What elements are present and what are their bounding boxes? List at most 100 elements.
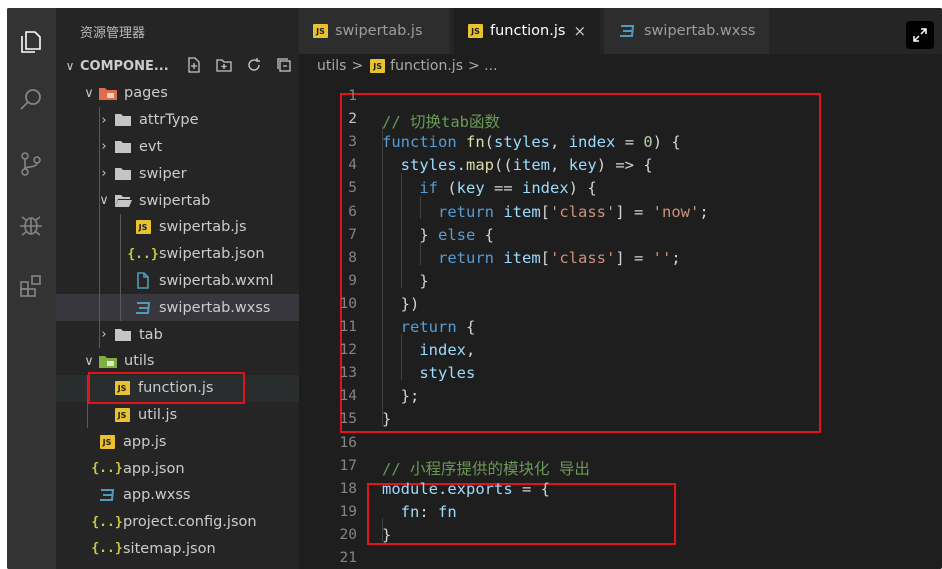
code-line[interactable]: } [382,272,428,290]
code-line[interactable]: } else { [382,226,494,244]
tree-item-app-json[interactable]: {..} app.json [56,455,299,482]
js-file-icon: JS [313,24,328,38]
collapse-all-icon[interactable] [275,56,293,74]
new-folder-icon[interactable] [215,56,233,74]
file-icon [132,272,154,290]
code-line[interactable]: fn: fn [382,503,457,521]
tree-item-label: app.wxss [123,487,191,504]
sidebar-title: 资源管理器 [80,26,146,41]
extensions-icon[interactable] [15,270,47,302]
code-line[interactable]: return item['class'] = ''; [382,249,681,267]
line-number: 18 [339,480,357,497]
highlight-box-function-js [88,372,245,404]
tree-item-label: app.js [123,433,167,450]
line-number: 12 [339,342,357,359]
indent-guide [99,187,100,214]
tree-item-swipertab-wxml[interactable]: swipertab.wxml [56,267,299,295]
tree-item-app-wxss[interactable]: app.wxss [56,482,299,509]
pages-folder-icon [97,84,119,102]
tree-item-swipertab-js[interactable]: JS swipertab.js [56,213,299,241]
breadcrumb-folder[interactable]: utils [317,58,346,74]
tree-item-tab[interactable]: › tab [56,321,299,348]
js-file-icon: JS [111,406,133,424]
tree-item-app-js[interactable]: JS app.js [56,428,299,455]
source-control-icon[interactable] [15,148,47,180]
debug-icon[interactable] [15,208,47,240]
line-number: 9 [348,272,357,289]
code-editor[interactable]: 1 2// 切换tab函数 3 function fn(styles, index =… [299,80,942,569]
close-icon[interactable]: × [573,22,586,40]
indent-guide [120,267,121,295]
code-line[interactable]: index, [382,341,475,359]
chevron-down-icon: ∨ [65,59,75,73]
tree-item-swiper[interactable]: › swiper [56,160,299,188]
line-number: 21 [339,550,357,566]
code-line[interactable]: styles.map((item, key) => { [382,156,653,174]
line-number: 10 [339,295,357,312]
line-number: 19 [339,503,357,520]
tree-item-label: app.json [123,460,185,477]
code-line[interactable]: }; [382,387,420,405]
line-number: 20 [339,526,357,543]
tab-function-js[interactable]: JS function.js × [454,8,600,54]
code-line[interactable]: } [382,410,391,428]
tree-item-swipertab[interactable]: ∨ swipertab [56,187,299,214]
tree-item-label: swipertab.js [159,219,247,236]
tree-item-label: util.js [138,406,178,423]
code-line[interactable]: return item['class'] = 'now'; [382,203,709,221]
tab-swipertab-js[interactable]: JS swipertab.js [299,8,449,54]
tree-item-attrtype[interactable]: › attrType [56,106,299,134]
workspace-section-header[interactable]: ∨ COMPONE... [56,54,299,78]
workspace-name: COMPONE... [80,58,169,74]
tree-item-pages[interactable]: ∨ pages [56,80,299,107]
js-file-icon: JS [370,59,386,73]
code-line[interactable]: }) [382,295,420,313]
tab-label: swipertab.js [335,23,423,39]
tree-item-evt[interactable]: › evt [56,133,299,161]
tree-item-label: swipertab [139,192,211,209]
refresh-icon[interactable] [245,56,263,74]
search-icon[interactable] [15,84,47,116]
code-line[interactable]: // 小程序提供的模块化 导出 [382,457,590,479]
tab-swipertab-wxss[interactable]: swipertab.wxss [604,8,769,54]
line-number: 11 [339,319,357,335]
indent-guide [99,106,100,134]
code-line[interactable]: // 切换tab函数 [382,110,500,132]
tree-item-label: swipertab.json [159,246,265,263]
indent-guide [99,321,100,348]
code-line[interactable]: module.exports = { [382,480,550,498]
line-number: 6 [348,203,357,220]
line-number: 16 [339,434,357,451]
tree-item-label: attrType [139,112,199,129]
tree-item-project-config-json[interactable]: {..} project.config.json [56,509,299,536]
code-line[interactable]: if (key == index) { [382,179,596,197]
folder-icon [112,326,134,344]
code-line[interactable]: styles [382,364,475,382]
code-line[interactable]: return { [382,318,476,336]
code-line[interactable]: function fn(styles, index = 0) { [382,133,681,151]
tree-item-label: tab [139,326,163,343]
line-number: 13 [339,365,357,382]
code-line[interactable]: } [382,526,391,544]
breadcrumb-tail[interactable]: > ... [468,58,498,74]
tree-item-label: swipertab.wxss [159,299,271,316]
indent-guide [99,133,100,161]
tree-item-swipertab-json[interactable]: {..} swipertab.json [56,240,299,268]
breadcrumb: utils > JS function.js > ... [299,54,498,78]
new-file-icon[interactable] [185,56,203,74]
tree-item-util-js[interactable]: JS util.js [56,401,299,429]
file-tree: ∨ pages › attrType › evt › swiper ∨ swip… [56,80,299,562]
indent-guide [99,267,100,295]
explorer-icon[interactable] [15,26,47,58]
expand-icon[interactable] [906,21,934,49]
indent-guide [120,213,121,241]
breadcrumb-file[interactable]: function.js [390,58,463,74]
vscode-window: 资源管理器 ∨ COMPONE... ∨ pages › attrType › … [7,8,942,569]
css-file-icon [620,25,635,37]
folder-icon [112,111,134,129]
tree-item-label: project.config.json [123,514,257,531]
tree-item-sitemap-json[interactable]: {..} sitemap.json [56,536,299,563]
utils-folder-icon [97,352,119,370]
tree-item-swipertab-wxss[interactable]: swipertab.wxss [56,294,299,322]
tree-item-utils[interactable]: ∨ utils [56,348,299,375]
